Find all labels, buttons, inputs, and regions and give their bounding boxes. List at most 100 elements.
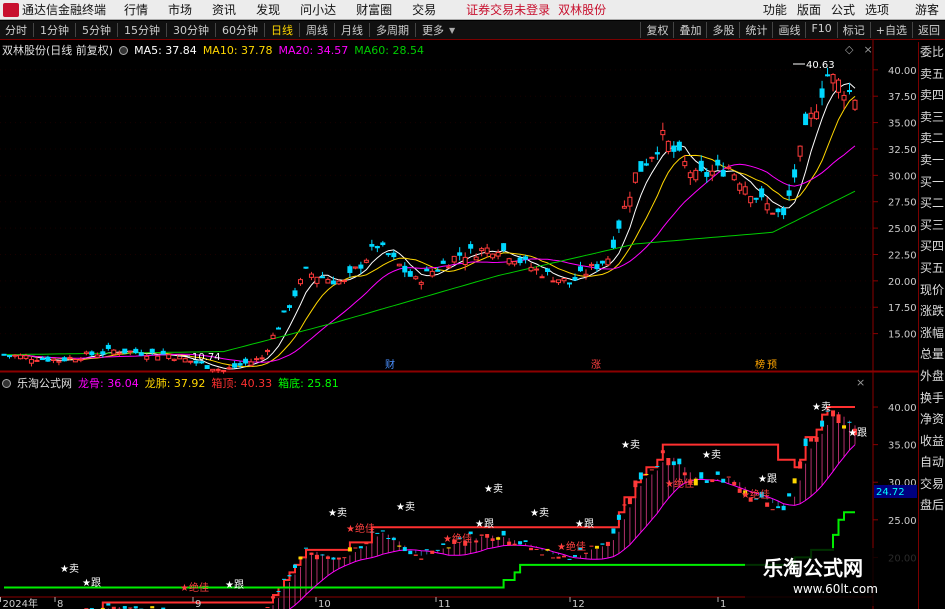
event-marker-cai[interactable]: 财 [385, 358, 395, 371]
menu-shichang[interactable]: 市场 [168, 1, 192, 18]
sub-candle [490, 538, 495, 541]
chevron-down-icon[interactable]: ▼ [449, 26, 455, 35]
btn-back[interactable]: 返回 [912, 22, 945, 38]
side-item[interactable]: 交易 [919, 474, 945, 496]
candle-body [457, 252, 463, 256]
side-item[interactable]: 买二 [919, 193, 945, 215]
candle-body [665, 140, 671, 152]
period-30min[interactable]: 30分钟 [168, 22, 214, 38]
axis-tick-label: 25.00 [888, 224, 917, 235]
signal-best: ★绝佳 [557, 540, 586, 553]
menu-faxian[interactable]: 发现 [256, 1, 280, 18]
sub-candle [512, 543, 517, 546]
period-15min[interactable]: 15分钟 [119, 22, 165, 38]
axis-tick-label: 25.00 [888, 516, 917, 527]
side-item[interactable]: 卖五 [919, 64, 945, 86]
period-5min[interactable]: 5分钟 [77, 22, 116, 38]
side-item[interactable]: 盘后 [919, 495, 945, 517]
side-item[interactable]: 收益 [919, 431, 945, 453]
side-item[interactable]: 涨幅 [919, 323, 945, 345]
candle-body [17, 354, 23, 360]
btn-add-watchlist[interactable]: +自选 [869, 22, 912, 38]
menu-xuanxiang[interactable]: 选项 [865, 1, 889, 18]
axis-tick-label: 40.00 [888, 403, 917, 414]
sub-candle [803, 438, 808, 447]
candle-body [506, 258, 512, 265]
sub-candle [292, 564, 297, 568]
event-marker-zhang[interactable]: 涨 [591, 359, 601, 371]
trade-login-notice[interactable]: 证券交易未登录 [466, 1, 550, 18]
candle-body [610, 239, 616, 248]
diamond-icon[interactable]: ◇ [845, 43, 853, 56]
side-item[interactable]: 自动 [919, 452, 945, 474]
settings-dot-icon[interactable] [2, 378, 11, 388]
side-item[interactable]: 换手 [919, 388, 945, 410]
sub-candle [660, 450, 665, 454]
side-item[interactable]: 委比 [919, 42, 945, 64]
side-item[interactable]: 买三 [919, 215, 945, 237]
side-item[interactable]: 净资 [919, 409, 945, 431]
btn-diejia[interactable]: 叠加 [673, 22, 706, 38]
period-monthly[interactable]: 月线 [336, 22, 368, 38]
period-multi[interactable]: 多周期 [371, 22, 414, 38]
btn-f10[interactable]: F10 [805, 22, 836, 38]
side-item[interactable]: 买四 [919, 236, 945, 258]
sub-candle [106, 603, 111, 606]
btn-duogu[interactable]: 多股 [706, 22, 739, 38]
side-item[interactable]: 卖四 [919, 85, 945, 107]
candle-body [731, 174, 737, 181]
toolbar-separator [369, 23, 370, 37]
menu-caifuquan[interactable]: 财富圈 [356, 1, 392, 18]
candle-body [836, 79, 842, 93]
btn-biaoji[interactable]: 标记 [836, 22, 870, 38]
sub-candle [572, 555, 577, 557]
candle-body [94, 354, 100, 358]
side-item[interactable]: 卖一 [919, 150, 945, 172]
side-item[interactable]: 买五 [919, 258, 945, 280]
side-item[interactable]: 总量 [919, 344, 945, 366]
menu-zixun[interactable]: 资讯 [212, 1, 236, 18]
period-fenshi[interactable]: 分时 [0, 22, 32, 38]
side-item[interactable]: 卖三 [919, 107, 945, 129]
period-toolbar: 分时 1分钟 5分钟 15分钟 30分钟 60分钟 日线 周线 月线 多周期 更… [0, 21, 945, 40]
period-daily[interactable]: 日线 [266, 22, 298, 38]
menu-hangqing[interactable]: 行情 [124, 1, 148, 18]
menu-banmian[interactable]: 版面 [797, 1, 821, 18]
candle-body [726, 166, 732, 170]
close-icon[interactable]: × [863, 43, 872, 56]
btn-huaxian[interactable]: 画线 [772, 22, 805, 38]
menu-wenxiaoda[interactable]: 问小达 [300, 1, 336, 18]
candle-body [182, 358, 188, 363]
period-1min[interactable]: 1分钟 [35, 22, 74, 38]
menu-jiaoyi[interactable]: 交易 [412, 1, 436, 18]
btn-tongji[interactable]: 统计 [739, 22, 772, 38]
sub-candle [616, 514, 621, 520]
sub-candle [336, 557, 341, 560]
event-marker-bang[interactable]: 榜 [755, 358, 765, 371]
candle-body [56, 360, 62, 363]
menu-gongshi[interactable]: 公式 [831, 1, 855, 18]
toolbar-separator [415, 23, 416, 37]
side-item[interactable]: 买一 [919, 172, 945, 194]
sub-candle [133, 606, 138, 609]
candle-body [643, 163, 649, 166]
menu-gongneng[interactable]: 功能 [763, 1, 787, 18]
guest-user[interactable]: 游客 [915, 1, 939, 18]
side-item[interactable]: 现价 [919, 280, 945, 302]
close-icon[interactable]: × [856, 376, 865, 389]
kline-chart[interactable]: 15.00 17.50 20.00 22.50 25.00 27.50 30.00 32.50… [0, 40, 918, 609]
period-weekly[interactable]: 周线 [301, 22, 333, 38]
candle-body [210, 368, 216, 372]
btn-fuquan[interactable]: 复权 [640, 22, 673, 38]
candle-body [138, 352, 144, 356]
period-more[interactable]: 更多 [417, 22, 449, 38]
sub-candle [314, 554, 319, 560]
side-item[interactable]: 涨跌 [919, 301, 945, 323]
candle-body [83, 351, 89, 355]
candle-body [759, 188, 765, 198]
side-item[interactable]: 卖二 [919, 128, 945, 150]
settings-dot-icon[interactable] [119, 45, 129, 55]
period-60min[interactable]: 60分钟 [217, 22, 263, 38]
side-item[interactable]: 外盘 [919, 366, 945, 388]
event-marker-yu[interactable]: 预 [767, 359, 777, 371]
